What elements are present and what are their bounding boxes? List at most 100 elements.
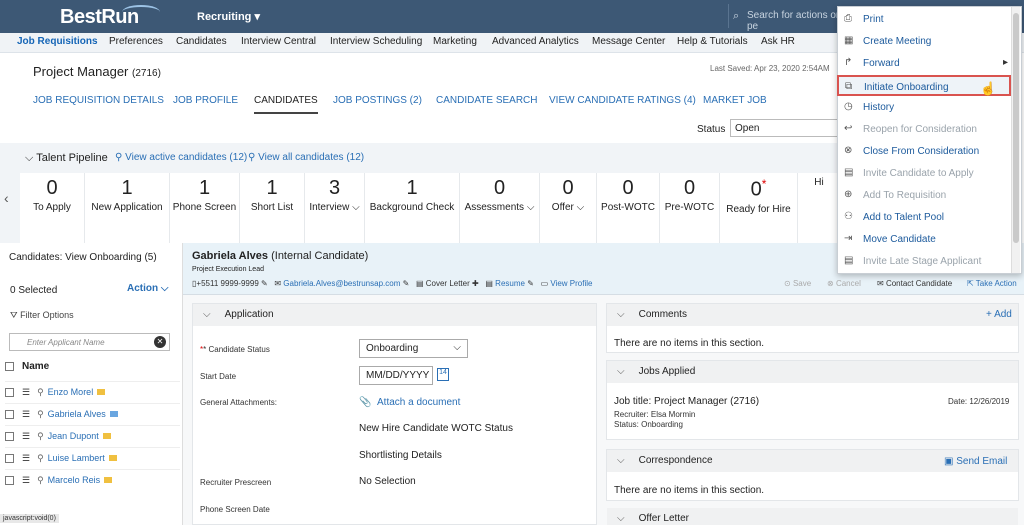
row-checkbox[interactable] <box>5 476 14 486</box>
row-checkbox[interactable] <box>5 454 14 464</box>
menu-item-close-from-consideration[interactable]: ⊗ Close From Consideration <box>838 141 1010 162</box>
tab-market-job[interactable]: MARKET JOB <box>703 95 767 106</box>
stage-interview[interactable]: 3 Interview ⌵ <box>305 173 365 243</box>
nav-interview-central[interactable]: Interview Central <box>241 36 316 47</box>
tab-candidates[interactable]: CANDIDATES <box>254 95 318 114</box>
email-link[interactable]: Gabriela.Alves@bestrunsap.com <box>283 279 400 288</box>
menu-item-invite-to-apply[interactable]: ▤ Invite Candidate to Apply <box>838 163 1010 184</box>
nav-interview-scheduling[interactable]: Interview Scheduling <box>330 36 422 47</box>
offer-letter-header[interactable]: ⌵ Offer Letter <box>607 508 1018 525</box>
send-email-button[interactable]: ▣ Send Email <box>944 456 1007 467</box>
list-item[interactable]: ☰ ⚲ Jean Dupont <box>5 425 180 445</box>
menu-scrollbar[interactable] <box>1011 7 1020 273</box>
cancel-button[interactable]: ⊗ Cancel <box>827 279 861 288</box>
candidate-status-select[interactable]: Onboarding ⌵ <box>359 339 468 358</box>
menu-icon[interactable]: ☰ <box>22 431 30 441</box>
menu-item-move-candidate[interactable]: ⇥ Move Candidate <box>838 229 1010 250</box>
take-action-button[interactable]: ⇱ Take Action <box>967 279 1017 288</box>
candidate-list-title: Candidates: View Onboarding (5) <box>9 252 157 263</box>
nav-advanced-analytics[interactable]: Advanced Analytics <box>492 36 579 47</box>
menu-item-history[interactable]: ◷ History <box>838 97 1010 118</box>
resume-link[interactable]: Resume <box>495 279 525 288</box>
menu-icon[interactable]: ☰ <box>22 409 30 419</box>
menu-icon[interactable]: ☰ <box>22 453 30 463</box>
menu-item-forward[interactable]: ↱ Forward ▸ <box>838 53 1010 74</box>
cover-letter-link[interactable]: Cover Letter <box>426 279 470 288</box>
stage-pre-wotc[interactable]: 0 Pre-WOTC <box>660 173 720 243</box>
pipeline-title[interactable]: ⌵ Talent Pipeline <box>25 152 108 165</box>
tab-candidate-search[interactable]: CANDIDATE SEARCH <box>436 95 538 106</box>
menu-item-add-to-requisition[interactable]: ⊕ Add To Requisition <box>838 185 1010 206</box>
nav-message-center[interactable]: Message Center <box>592 36 665 47</box>
module-switcher[interactable]: Recruiting ▾ <box>197 10 260 23</box>
page-title: Project Manager (2716) <box>33 64 161 79</box>
list-item[interactable]: ☰ ⚲ Enzo Morel <box>5 381 180 401</box>
stage-offer[interactable]: 0 Offer ⌵ <box>540 173 597 243</box>
menu-item-invite-late-stage[interactable]: ▤ Invite Late Stage Applicant <box>838 251 1010 272</box>
attach-document-link[interactable]: 📎 Attach a document <box>359 397 460 408</box>
menu-item-reopen[interactable]: ↩ Reopen for Consideration <box>838 119 1010 140</box>
row-checkbox[interactable] <box>5 410 14 420</box>
scrollbar-thumb[interactable] <box>1013 13 1019 243</box>
flag-icon <box>97 389 106 395</box>
tab-job-requisition-details[interactable]: JOB REQUISITION DETAILS <box>33 95 164 106</box>
nav-candidates[interactable]: Candidates <box>176 36 227 47</box>
row-checkbox[interactable] <box>5 388 14 398</box>
jobs-applied-header[interactable]: ⌵ Jobs Applied <box>607 361 1018 383</box>
chevron-right-icon: ▸ <box>1002 57 1008 68</box>
profile-icon: ▭ <box>540 279 549 288</box>
stage-phone-screen[interactable]: 1 Phone Screen <box>170 173 240 243</box>
chevron-down-icon: ⌵ <box>617 366 625 377</box>
tab-job-profile[interactable]: JOB PROFILE <box>173 95 238 106</box>
view-profile-link[interactable]: View Profile <box>550 279 592 288</box>
stage-background-check[interactable]: 1 Background Check <box>365 173 460 243</box>
onboarding-icon: ⧉ <box>845 81 853 92</box>
start-date-input[interactable]: MM/DD/YYYY <box>359 366 433 385</box>
menu-item-create-meeting[interactable]: ▦ Create Meeting <box>838 31 1010 52</box>
menu-item-add-to-talent-pool[interactable]: ⚇ Add to Talent Pool <box>838 207 1010 228</box>
list-item[interactable]: ☰ ⚲ Luise Lambert <box>5 447 180 467</box>
nav-marketing[interactable]: Marketing <box>433 36 477 47</box>
job-title: Job title: Project Manager (2716) <box>614 396 760 407</box>
stage-short-list[interactable]: 1 Short List <box>240 173 305 243</box>
stage-assessments[interactable]: 0 Assessments ⌵ <box>460 173 540 243</box>
contact-candidate-button[interactable]: ✉ Contact Candidate <box>877 279 952 288</box>
phone-screen-date-label: Phone Screen Date <box>200 505 270 514</box>
add-comment-button[interactable]: + Add <box>986 309 1012 320</box>
company-logo[interactable]: BestRun <box>60 5 160 29</box>
list-item[interactable]: ☰ ⚲ Marcelo Reis <box>5 469 180 489</box>
stage-to-apply[interactable]: 0 To Apply <box>20 173 85 243</box>
application-header[interactable]: ⌵ Application <box>193 304 596 326</box>
flag-icon <box>108 455 117 461</box>
candidate-role: Project Execution Lead <box>192 266 264 273</box>
filter-options[interactable]: ⛛ Filter Options <box>10 310 74 321</box>
job-status: Status: Onboarding <box>614 420 683 429</box>
menu-icon[interactable]: ☰ <box>22 387 30 397</box>
stage-ready-for-hire[interactable]: 0* Ready for Hire <box>720 173 798 243</box>
stage-new-application[interactable]: 1 New Application <box>85 173 170 243</box>
comments-header[interactable]: ⌵ Comments <box>607 304 1018 326</box>
chevron-left-icon[interactable]: ‹ <box>4 190 9 206</box>
nav-help-tutorials[interactable]: Help & Tutorials <box>677 36 748 47</box>
status-select[interactable]: Open <box>730 119 840 137</box>
nav-ask-hr[interactable]: Ask HR <box>761 36 795 47</box>
save-button[interactable]: ⊙ Save <box>784 279 811 288</box>
menu-item-print[interactable]: ⎙ Print <box>838 9 1010 30</box>
calendar-icon[interactable]: 14 <box>437 368 449 381</box>
view-all-candidates-link[interactable]: ⚲ View all candidates (12) <box>248 152 364 163</box>
clear-icon[interactable]: ✕ <box>154 336 166 348</box>
action-button[interactable]: Action ⌵ <box>127 283 168 294</box>
select-all-checkbox[interactable] <box>5 361 14 371</box>
stage-post-wotc[interactable]: 0 Post-WOTC <box>597 173 660 243</box>
tab-view-candidate-ratings[interactable]: VIEW CANDIDATE RATINGS (4) <box>549 95 696 106</box>
row-checkbox[interactable] <box>5 432 14 442</box>
list-item[interactable]: ☰ ⚲ Gabriela Alves <box>5 403 180 423</box>
application-section <box>192 303 597 525</box>
view-active-candidates-link[interactable]: ⚲ View active candidates (12) <box>115 152 247 163</box>
applicant-search-input[interactable]: Enter Applicant Name ✕ <box>9 333 170 351</box>
tab-job-postings[interactable]: JOB POSTINGS (2) <box>333 95 422 106</box>
menu-icon[interactable]: ☰ <box>22 475 30 485</box>
nav-job-requisitions[interactable]: Job Requisitions <box>17 36 98 47</box>
stage-hired[interactable]: Hi <box>798 173 840 243</box>
nav-preferences[interactable]: Preferences <box>109 36 163 47</box>
